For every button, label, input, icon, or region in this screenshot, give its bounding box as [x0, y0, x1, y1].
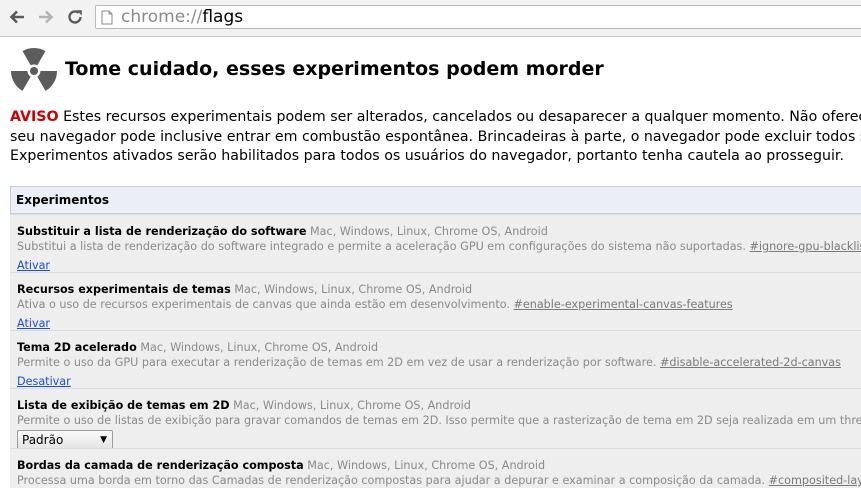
- experiment-name: Substituir a lista de renderização do so…: [17, 225, 306, 238]
- dropdown-arrow-icon: ▼: [100, 431, 107, 448]
- page-icon: [101, 10, 113, 25]
- experiment-platforms: Mac, Windows, Linux, Chrome OS, Android: [231, 283, 472, 296]
- experiment-title: Substituir a lista de renderização do so…: [17, 215, 861, 239]
- experiment-title: Recursos experimentais de temas Mac, Win…: [17, 273, 861, 297]
- url-text: chrome://flags: [121, 7, 243, 27]
- experiment-item: Substituir a lista de renderização do so…: [10, 214, 861, 272]
- blurb-line-1-text: Estes recursos experimentais podem ser a…: [59, 109, 861, 125]
- back-button[interactable]: [6, 6, 28, 28]
- experiment-description: Ativa o uso de recursos experimentais de…: [17, 297, 861, 312]
- back-arrow-icon: [8, 8, 26, 26]
- warning-blurb: AVISO Estes recursos experimentais podem…: [10, 108, 861, 167]
- experiment-permalink[interactable]: #ignore-gpu-blacklist: [750, 240, 861, 253]
- warning-label: AVISO: [10, 109, 59, 125]
- experiment-description-text: Permite o uso da GPU para executar a ren…: [17, 356, 660, 369]
- experiment-title: Bordas da camada de renderização compost…: [17, 449, 861, 473]
- experiment-permalink[interactable]: #disable-accelerated-2d-canvas: [660, 356, 841, 369]
- blurb-line-3: Experimentos ativados serão habilitados …: [10, 147, 861, 167]
- experiment-description-text: Processa uma borda em torno das Camadas …: [17, 474, 769, 487]
- disable-link[interactable]: Desativar: [17, 374, 71, 388]
- blurb-line-1: AVISO Estes recursos experimentais podem…: [10, 108, 861, 128]
- blurb-line-2: seu navegador pode inclusive entrar em c…: [10, 128, 861, 148]
- experiment-select[interactable]: Padrão ▼: [17, 430, 113, 448]
- experiment-description: Permite o uso da GPU para executar a ren…: [17, 355, 861, 370]
- radiation-warning-icon: [11, 48, 57, 94]
- url-host: flags: [202, 7, 243, 27]
- select-value: Padrão: [22, 433, 63, 447]
- experiment-title: Lista de exibição de temas em 2D Mac, Wi…: [17, 389, 861, 413]
- experiment-title: Tema 2D acelerado Mac, Windows, Linux, C…: [17, 331, 861, 355]
- experiment-item: Recursos experimentais de temas Mac, Win…: [10, 272, 861, 330]
- experiment-item: Bordas da camada de renderização compost…: [10, 448, 861, 488]
- experiment-item: Tema 2D acelerado Mac, Windows, Linux, C…: [10, 330, 861, 388]
- experiment-permalink[interactable]: #enable-experimental-canvas-features: [513, 298, 732, 311]
- experiment-permalink[interactable]: #composited-layer-borders: [769, 474, 861, 487]
- browser-toolbar: chrome://flags: [0, 0, 861, 37]
- experiment-platforms: Mac, Windows, Linux, Chrome OS, Android: [230, 399, 471, 412]
- address-bar[interactable]: chrome://flags: [95, 5, 861, 29]
- enable-link[interactable]: Ativar: [17, 258, 50, 272]
- experiment-description-text: Permite o uso de listas de exibição para…: [17, 414, 861, 427]
- experiment-name: Tema 2D acelerado: [17, 341, 137, 354]
- experiment-name: Bordas da camada de renderização compost…: [17, 459, 304, 472]
- experiment-description-text: Ativa o uso de recursos experimentais de…: [17, 298, 513, 311]
- experiments-header: Experimentos: [10, 186, 861, 214]
- experiment-name: Recursos experimentais de temas: [17, 283, 231, 296]
- experiment-name: Lista de exibição de temas em 2D: [17, 399, 230, 412]
- experiment-description-text: Substitui a lista de renderização do sof…: [17, 240, 750, 253]
- experiment-description: Substitui a lista de renderização do sof…: [17, 239, 861, 254]
- experiment-platforms: Mac, Windows, Linux, Chrome OS, Android: [304, 459, 545, 472]
- experiment-item: Lista de exibição de temas em 2D Mac, Wi…: [10, 388, 861, 448]
- url-scheme: chrome://: [121, 7, 202, 27]
- experiment-description: Permite o uso de listas de exibição para…: [17, 413, 861, 428]
- experiments-section: Experimentos Substituir a lista de rende…: [10, 186, 861, 488]
- forward-button[interactable]: [35, 6, 57, 28]
- experiment-platforms: Mac, Windows, Linux, Chrome OS, Android: [306, 225, 547, 238]
- experiment-platforms: Mac, Windows, Linux, Chrome OS, Android: [137, 341, 378, 354]
- reload-icon: [66, 8, 84, 26]
- forward-arrow-icon: [37, 8, 55, 26]
- reload-button[interactable]: [64, 6, 86, 28]
- page-title: Tome cuidado, esses experimentos podem m…: [65, 58, 604, 80]
- enable-link[interactable]: Ativar: [17, 316, 50, 330]
